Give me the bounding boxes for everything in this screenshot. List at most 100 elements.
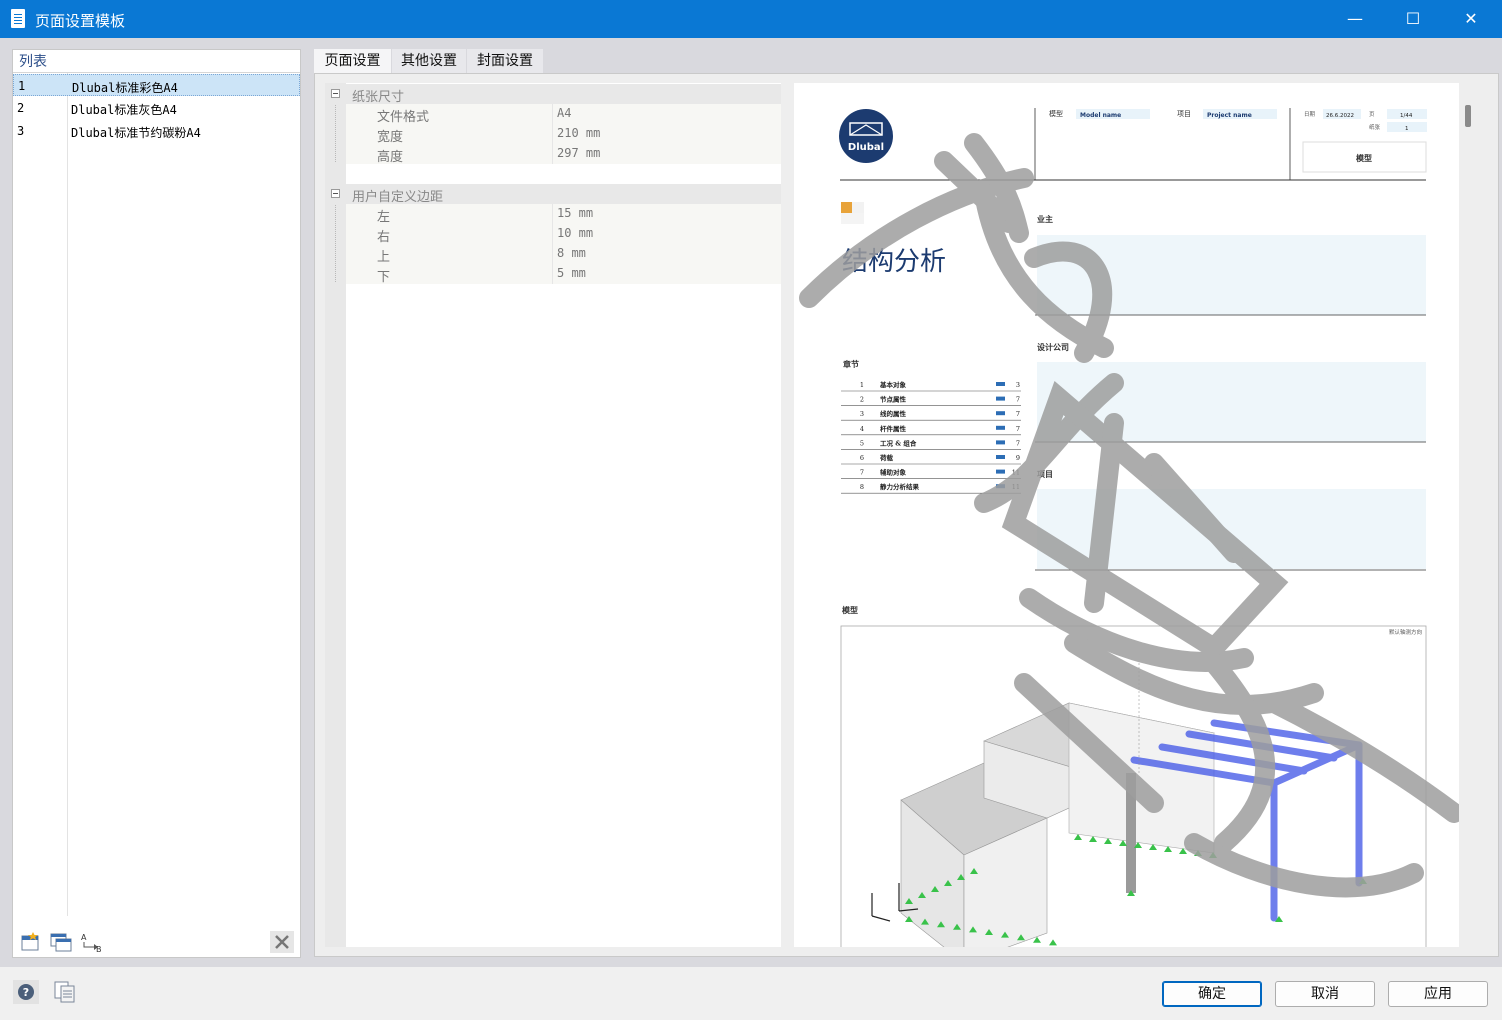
property-grid: 纸张尺寸 文件格式 A4 宽度 210 mm 高度 297 mm 用户自定义边距… xyxy=(325,83,781,947)
property-row[interactable]: 高度 297 mm xyxy=(346,144,781,165)
list-item-name: Dlubal标准彩色A4 xyxy=(72,81,178,95)
sheet-value: 1 xyxy=(1405,126,1409,132)
copy-icon[interactable] xyxy=(49,931,73,953)
property-value[interactable]: 10 mm xyxy=(557,226,593,240)
collapse-icon[interactable] xyxy=(331,89,340,98)
chapter-number: 4 xyxy=(860,425,864,433)
chapter-name: 辅助对象 xyxy=(880,468,907,477)
project-value: Project name xyxy=(1207,112,1252,119)
chapter-row: 1 基本对象 3 xyxy=(841,380,1021,392)
property-label: 上 xyxy=(377,250,391,265)
cancel-button[interactable]: 取消 xyxy=(1275,981,1375,1007)
category-custom-margins[interactable]: 用户自定义边距 xyxy=(325,184,781,205)
help-icon[interactable]: ? xyxy=(13,980,39,1004)
list-item-number: 3 xyxy=(17,124,25,138)
close-button[interactable]: ✕ xyxy=(1442,0,1500,38)
divider xyxy=(67,73,68,916)
chapter-number: 7 xyxy=(860,469,864,477)
divider xyxy=(552,104,553,124)
category-label: 纸张尺寸 xyxy=(352,90,405,105)
property-value[interactable]: 15 mm xyxy=(557,206,593,220)
divider xyxy=(13,72,300,73)
chapters-label: 章节 xyxy=(843,359,859,369)
property-label: 高度 xyxy=(377,150,404,165)
property-row[interactable]: 下 5 mm xyxy=(346,264,781,285)
property-value[interactable]: 297 mm xyxy=(557,146,600,160)
chapter-name: 节点属性 xyxy=(880,395,907,404)
divider xyxy=(552,124,553,144)
property-row[interactable]: 上 8 mm xyxy=(346,244,781,265)
chapter-marker xyxy=(996,440,1005,445)
chapter-page: 7 xyxy=(1016,396,1020,404)
chapter-number: 3 xyxy=(860,410,864,418)
divider xyxy=(552,264,553,284)
chapter-page: 7 xyxy=(1016,425,1020,433)
view-direction-label: 默认轴测方向 xyxy=(1389,628,1422,636)
new-icon[interactable] xyxy=(19,931,43,953)
list-header: 列表 xyxy=(19,54,47,70)
model-label: 模型 xyxy=(1049,109,1063,118)
title-bar: 页面设置模板 — ☐ ✕ xyxy=(0,0,1502,38)
chapter-number: 1 xyxy=(860,381,864,389)
owner-label: 业主 xyxy=(1037,214,1053,224)
chapter-marker xyxy=(996,425,1005,430)
tab-other-settings[interactable]: 其他设置 xyxy=(392,49,466,73)
chapter-number: 8 xyxy=(860,483,864,491)
property-label: 宽度 xyxy=(377,130,404,145)
chapter-table: 1 基本对象 3 2 节点属性 7 3 线的属性 7 4 杆件属性 7 5 工况 & 组合 7 6 荷载 9 7 辅助… xyxy=(841,380,1021,494)
property-value[interactable]: 5 mm xyxy=(557,266,586,280)
property-row[interactable]: 文件格式 A4 xyxy=(346,104,781,125)
list-item[interactable]: 1 Dlubal标准彩色A4 xyxy=(13,74,300,96)
chapter-name: 荷载 xyxy=(879,453,894,462)
list-item-number: 2 xyxy=(17,101,25,115)
list-item[interactable]: 3 Dlubal标准节约碳粉A4 xyxy=(13,120,300,142)
list-item-name: Dlubal标准灰色A4 xyxy=(71,103,177,117)
chapter-row: 4 杆件属性 7 xyxy=(841,424,1021,436)
model-section-label: 模型 xyxy=(842,605,858,615)
minimize-button[interactable]: — xyxy=(1326,0,1384,38)
template-list-panel: 列表 1 Dlubal标准彩色A4 2 Dlubal标准灰色A4 3 Dluba… xyxy=(12,49,301,958)
svg-text:B: B xyxy=(96,945,102,953)
chapter-page: 3 xyxy=(1016,381,1020,389)
rename-icon[interactable]: AB xyxy=(79,931,103,954)
property-label: 右 xyxy=(377,230,391,245)
collapse-icon[interactable] xyxy=(331,189,340,198)
logo-text: Dlubal xyxy=(848,142,884,153)
chapter-marker xyxy=(996,469,1005,474)
divider xyxy=(552,244,553,264)
property-value[interactable]: 210 mm xyxy=(557,126,600,140)
chapter-page: 9 xyxy=(1016,454,1020,462)
maximize-button[interactable]: ☐ xyxy=(1384,0,1442,38)
property-row[interactable]: 左 15 mm xyxy=(346,204,781,225)
property-label: 文件格式 xyxy=(377,110,430,125)
divider xyxy=(552,224,553,244)
project-label: 项目 xyxy=(1177,110,1191,118)
chapter-name: 线的属性 xyxy=(880,409,907,418)
chapter-row: 7 辅助对象 11 xyxy=(841,468,1021,479)
property-row[interactable]: 宽度 210 mm xyxy=(346,124,781,145)
delete-icon[interactable] xyxy=(270,931,294,953)
chapter-name: 基本对象 xyxy=(879,380,907,389)
property-value[interactable]: 8 mm xyxy=(557,246,586,260)
list-item[interactable]: 2 Dlubal标准灰色A4 xyxy=(13,97,300,119)
chapter-marker xyxy=(996,455,1005,459)
chapter-marker xyxy=(996,396,1005,401)
property-row[interactable]: 右 10 mm xyxy=(346,224,781,245)
page-label: 页 xyxy=(1369,111,1375,118)
window-title: 页面设置模板 xyxy=(35,12,126,30)
list-item-name: Dlubal标准节约碳粉A4 xyxy=(71,126,201,140)
logo: Dlubal xyxy=(839,109,893,163)
property-value[interactable]: A4 xyxy=(557,106,571,120)
library-icon[interactable] xyxy=(52,980,78,1004)
apply-button[interactable]: 应用 xyxy=(1388,981,1488,1007)
tab-page-setup[interactable]: 页面设置 xyxy=(314,49,391,73)
scrollbar-thumb[interactable] xyxy=(1465,105,1471,127)
category-paper-size[interactable]: 纸张尺寸 xyxy=(325,84,781,105)
ok-button[interactable]: 确定 xyxy=(1162,981,1262,1007)
page-value: 1/44 xyxy=(1400,113,1413,119)
model-box-label: 模型 xyxy=(1356,153,1372,163)
document-icon xyxy=(11,9,25,28)
preview-scrollbar[interactable] xyxy=(1462,83,1474,947)
sheet-label: 纸张 xyxy=(1369,123,1381,131)
tab-cover-settings[interactable]: 封面设置 xyxy=(467,49,543,73)
